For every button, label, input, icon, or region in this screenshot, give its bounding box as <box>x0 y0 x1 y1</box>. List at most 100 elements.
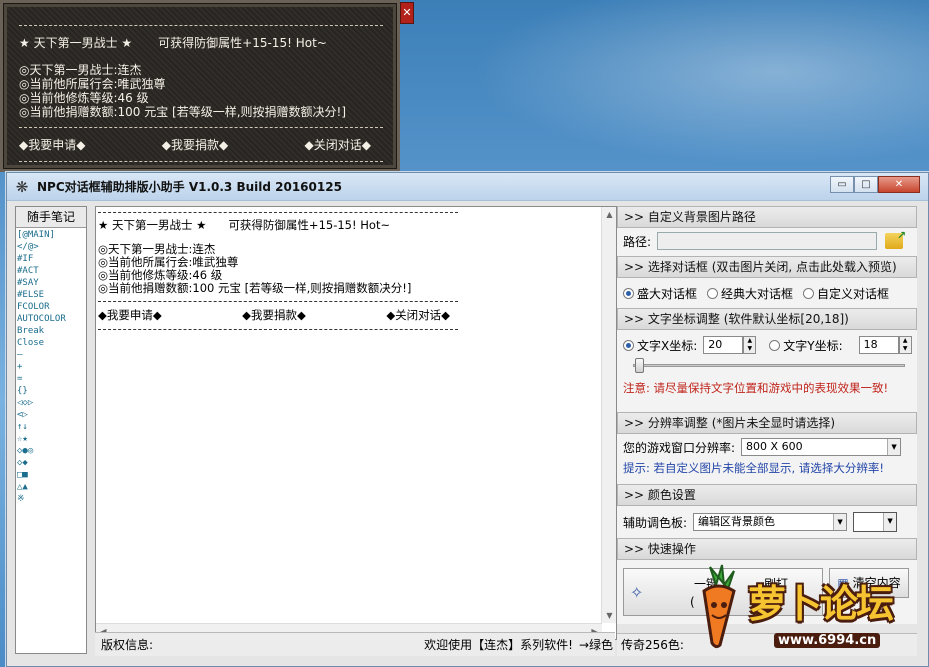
note-item[interactable]: {} <box>17 385 86 397</box>
editor-area[interactable]: ★ 天下第一男战士 ★ 可获得防御属性+15-15! Hot~ ◎天下第一男战士… <box>95 206 617 640</box>
window-title: NPC对话框辅助排版小助手 V1.0.3 Build 20160125 <box>37 180 342 194</box>
radio-custom[interactable]: 自定义对话框 <box>803 285 889 302</box>
window-controls: ▭ □ ✕ <box>830 176 920 193</box>
site-watermark: 萝卜论坛 www.6994.cn <box>690 555 925 663</box>
title-bar[interactable]: ❋ NPC对话框辅助排版小助手 V1.0.3 Build 20160125 ▭ … <box>7 173 928 201</box>
npc-apply-link[interactable]: ◆我要申请◆ <box>19 136 85 153</box>
watermark-url: www.6994.cn <box>774 633 881 648</box>
green-link[interactable]: →绿色 <box>579 636 613 653</box>
note-item[interactable]: Break <box>17 325 86 337</box>
open-folder-icon[interactable] <box>885 229 906 249</box>
divider <box>98 301 458 302</box>
note-item[interactable]: ※ <box>17 493 86 505</box>
note-item[interactable]: Close <box>17 337 86 349</box>
npc-line: ◎当前他捐赠数额:100 元宝 [若等级一样,则按捐赠数额决分!] <box>19 105 347 119</box>
npc-line: ◎当前他所属行会:唯武独尊 <box>19 77 166 91</box>
carrot-logo-icon <box>702 564 736 649</box>
npc-donate-link[interactable]: ◆我要捐款◆ <box>162 136 228 153</box>
note-item[interactable]: — <box>17 349 86 361</box>
resolution-section: >> 分辨率调整 (*图片未全显时请选择) <box>617 412 917 434</box>
radio-classic[interactable]: 经典大对话框 <box>707 285 793 302</box>
npc-line: ◎当前他修炼等级:46 级 <box>19 91 149 105</box>
divider <box>19 25 383 26</box>
scroll-up-icon[interactable]: ▲ <box>602 207 617 222</box>
y-spinner[interactable]: 18 ▲ ▼ <box>858 336 912 354</box>
dialog-options: 盛大对话框 经典大对话框 自定义对话框 <box>617 278 917 308</box>
radio-label: 经典大对话框 <box>721 287 794 301</box>
note-item[interactable]: #ELSE <box>17 289 86 301</box>
npc-close-link[interactable]: ◆关闭对话◆ <box>305 136 371 153</box>
copyright-label: 版权信息: <box>101 638 154 652</box>
note-item[interactable]: #SAY <box>17 277 86 289</box>
slider-thumb[interactable] <box>635 358 644 373</box>
coord-slider[interactable] <box>623 356 911 374</box>
radio-icon <box>769 339 781 351</box>
radio-checked-icon <box>623 339 634 351</box>
close-button[interactable]: ✕ <box>878 176 920 193</box>
note-item[interactable]: FCOLOR <box>17 301 86 313</box>
radio-shanda[interactable]: 盛大对话框 <box>623 285 697 302</box>
path-input[interactable] <box>657 232 878 250</box>
x-label: 文字X坐标: <box>637 338 698 353</box>
palette-label: 辅助调色板: <box>623 515 688 530</box>
note-item[interactable]: AUTOCOLOR <box>17 313 86 325</box>
spin-arrows-icon[interactable]: ▲ ▼ <box>898 336 912 354</box>
color-picker[interactable]: ▼ <box>853 512 898 532</box>
dialog-section[interactable]: >> 选择对话框 (双击图片关闭, 点击此处载入预览) <box>617 256 917 278</box>
notes-list: [@MAIN] </@> #IF #ACT #SAY #ELSE FCOLOR AUTOCOL… <box>16 228 86 505</box>
status-bar: 版权信息: 欢迎使用【连杰】系列软件! →绿色 <box>95 632 615 656</box>
chevron-down-icon[interactable]: ▼ <box>883 513 897 531</box>
resolution-select[interactable]: 800 X 600 ▼ <box>741 438 902 456</box>
note-item[interactable]: □■ <box>17 469 86 481</box>
minimize-button[interactable]: ▭ <box>830 176 854 193</box>
note-item[interactable]: = <box>17 373 86 385</box>
chevron-down-icon[interactable]: ▼ <box>887 439 901 455</box>
vertical-scrollbar[interactable]: ▲ ▼ <box>601 207 616 623</box>
npc-title-right: 可获得防御属性+15-15! Hot~ <box>158 36 327 50</box>
slider-track <box>633 364 905 367</box>
spin-arrows-icon[interactable]: ▲ ▼ <box>743 336 757 354</box>
chevron-down-icon[interactable]: ▼ <box>833 514 847 530</box>
editor-content[interactable]: ★ 天下第一男战士 ★ 可获得防御属性+15-15! Hot~ ◎天下第一男战士… <box>98 209 458 334</box>
coord-body: 文字X坐标: 20 ▲ ▼ 文字Y坐标: 18 ▲ ▼ 注意: 请尽量保持文字位置和游戏… <box>617 330 917 412</box>
editor-title-left: ★ 天下第一男战士 ★ <box>98 218 207 232</box>
npc-action-row: ◆我要申请◆ ◆我要捐款◆ ◆关闭对话◆ <box>19 136 383 153</box>
y-value: 18 <box>863 338 878 351</box>
npc-line: ◎天下第一男战士:连杰 <box>19 63 142 77</box>
maximize-button[interactable]: □ <box>854 176 878 193</box>
radio-y[interactable]: 文字Y坐标: <box>769 337 843 354</box>
npc-close-icon[interactable]: ✕ <box>400 2 414 24</box>
divider <box>19 127 383 128</box>
notes-header: 随手笔记 <box>16 207 86 228</box>
npc-title-left: ★ 天下第一男战士 ★ <box>19 36 133 50</box>
x-value: 20 <box>708 338 723 351</box>
palette-select[interactable]: 编辑区背景颜色 ▼ <box>693 513 848 531</box>
note-item[interactable]: ↑↓ <box>17 421 86 433</box>
note-item[interactable]: + <box>17 361 86 373</box>
note-item[interactable]: ◇●◎ <box>17 445 86 457</box>
palette-value: 编辑区背景颜色 <box>698 515 776 528</box>
editor-line: ◎当前他捐赠数额:100 元宝 [若等级一样,则按捐赠数额决分!] <box>98 281 412 295</box>
note-item[interactable]: ☆★ <box>17 433 86 445</box>
bg-path-body: 路径: <box>617 228 917 256</box>
editor-title-right: 可获得防御属性+15-15! Hot~ <box>228 218 391 232</box>
editor-donate: ◆我要捐款◆ <box>242 308 306 322</box>
x-spinner[interactable]: 20 ▲ ▼ <box>703 336 757 354</box>
radio-label: 自定义对话框 <box>817 287 890 301</box>
note-item[interactable]: #ACT <box>17 265 86 277</box>
note-item[interactable]: <▷ <box>17 409 86 421</box>
editor-title-row: ★ 天下第一男战士 ★ 可获得防御属性+15-15! Hot~ <box>98 217 458 233</box>
note-item[interactable]: ◁◇▷ <box>17 397 86 409</box>
radio-x[interactable]: 文字X坐标: <box>623 337 697 354</box>
scroll-down-icon[interactable]: ▼ <box>602 608 617 623</box>
radio-icon <box>707 288 719 299</box>
divider <box>19 161 383 162</box>
resolution-body: 您的游戏窗口分辨率: 800 X 600 ▼ 提示: 若自定义图片未能全部显示,… <box>617 434 917 484</box>
app-logo-icon: ❋ <box>15 177 29 196</box>
note-item[interactable]: △▲ <box>17 481 86 493</box>
note-item[interactable]: [@MAIN] <box>17 229 86 241</box>
note-item[interactable]: ◇◆ <box>17 457 86 469</box>
note-item[interactable]: </@> <box>17 241 86 253</box>
y-label: 文字Y坐标: <box>783 338 843 353</box>
note-item[interactable]: #IF <box>17 253 86 265</box>
